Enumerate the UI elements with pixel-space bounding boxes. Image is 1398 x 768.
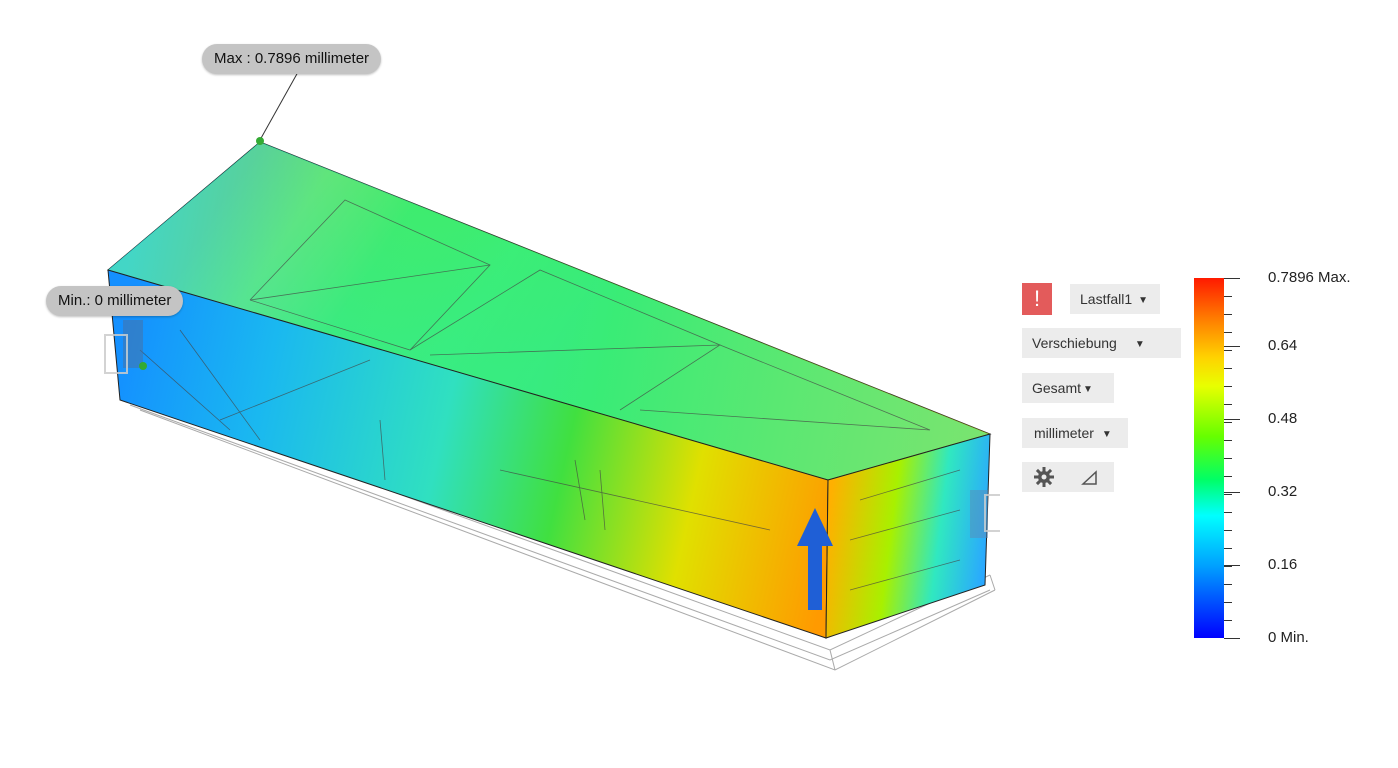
result-type-label: Verschiebung: [1032, 335, 1117, 351]
result-type-dropdown[interactable]: Verschiebung ▼: [1022, 328, 1181, 358]
component-label: Gesamt: [1032, 380, 1082, 396]
legend-minor-tick: [1224, 584, 1232, 585]
max-probe-label[interactable]: Max : 0.7896 millimeter: [202, 44, 382, 74]
legend-tick-label: 0.32: [1268, 483, 1298, 500]
load-case-label: Lastfall1: [1080, 291, 1133, 307]
legend-minor-tick: [1224, 422, 1232, 423]
legend-minor-tick: [1224, 530, 1232, 531]
tool-row: [1022, 462, 1114, 492]
legend-minor-tick: [1224, 476, 1232, 477]
legend-color-bar: [1194, 278, 1224, 638]
warning-icon[interactable]: !: [1022, 283, 1052, 315]
legend-tick-label: 0.16: [1268, 556, 1298, 573]
chevron-down-icon: ▼: [1134, 339, 1145, 350]
legend-major-tick: [1224, 565, 1240, 566]
fixed-constraint-icon-right[interactable]: [970, 490, 1000, 538]
legend-minor-tick: [1224, 512, 1232, 513]
unit-dropdown[interactable]: millimeter ▼: [1022, 418, 1128, 448]
chevron-down-icon: ▼: [1138, 295, 1149, 306]
legend-minor-tick: [1224, 440, 1232, 441]
chevron-down-icon: ▼: [1083, 384, 1093, 395]
legend-minor-tick: [1224, 314, 1232, 315]
chevron-down-icon: ▼: [1101, 429, 1112, 440]
legend-major-tick: [1224, 492, 1240, 493]
legend-tick-label: 0.48: [1268, 410, 1298, 427]
legend-minor-tick: [1224, 296, 1232, 297]
legend-minor-tick: [1224, 386, 1232, 387]
fixed-constraint-icon[interactable]: [104, 320, 143, 374]
legend-minor-tick: [1224, 458, 1232, 459]
legend-tick-label: 0 Min.: [1268, 629, 1309, 646]
legend-major-tick: [1224, 346, 1240, 347]
legend-minor-tick: [1224, 368, 1232, 369]
model-viewport[interactable]: [0, 0, 1000, 768]
min-probe-point[interactable]: [139, 362, 147, 370]
max-probe-point[interactable]: [256, 137, 264, 145]
component-dropdown[interactable]: Gesamt ▼: [1022, 373, 1114, 403]
load-case-dropdown[interactable]: Lastfall1 ▼: [1070, 284, 1160, 314]
max-probe-leader: [259, 71, 299, 141]
legend-minor-tick: [1224, 404, 1232, 405]
legend-major-tick: [1224, 278, 1240, 279]
legend-minor-tick: [1224, 332, 1232, 333]
legend-tick-label: 0.64: [1268, 337, 1298, 354]
unit-label: millimeter: [1034, 425, 1094, 441]
legend-minor-tick: [1224, 602, 1232, 603]
min-probe-label[interactable]: Min.: 0 millimeter: [46, 286, 184, 316]
legend-minor-tick: [1224, 620, 1232, 621]
triangle-icon[interactable]: [1080, 468, 1100, 488]
legend-minor-tick: [1224, 548, 1232, 549]
legend-tick-label: 0.7896 Max.: [1268, 269, 1351, 286]
legend-major-tick: [1224, 419, 1240, 420]
legend-minor-tick: [1224, 494, 1232, 495]
legend-minor-tick: [1224, 566, 1232, 567]
legend-major-tick: [1224, 638, 1240, 639]
gear-icon[interactable]: [1032, 465, 1056, 489]
legend-minor-tick: [1224, 350, 1232, 351]
